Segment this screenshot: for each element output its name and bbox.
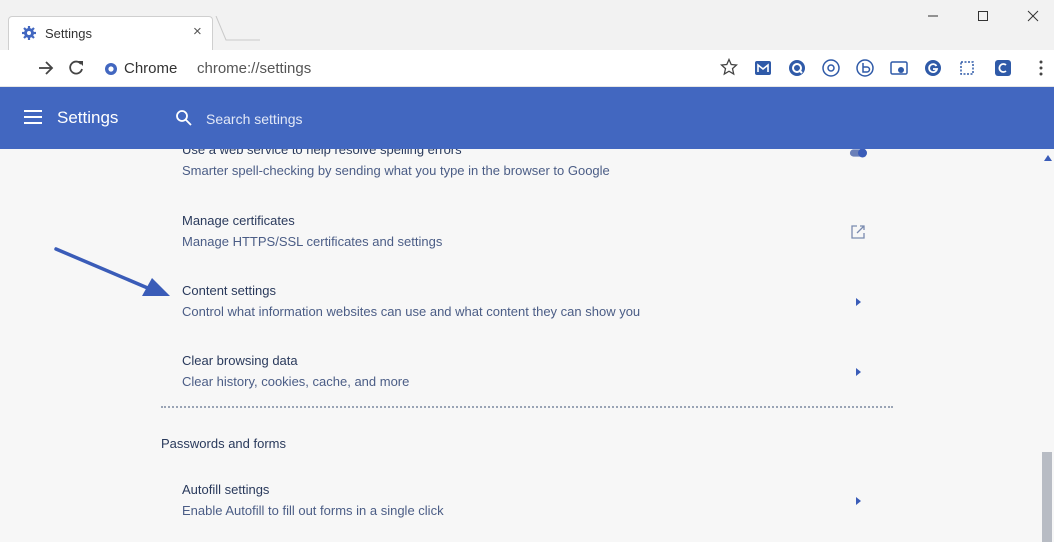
maximize-icon [978,11,988,21]
row-title: Autofill settings [182,482,270,497]
maximize-button[interactable] [972,6,994,26]
extension-q-icon[interactable] [788,59,806,77]
scroll-up-icon[interactable] [1043,153,1053,163]
row-title: Use a web service to help resolve spelli… [182,149,462,157]
section-divider [161,406,893,408]
url-text[interactable]: chrome://settings [197,60,311,77]
arrow-right-icon [39,61,54,75]
close-window-icon [1027,10,1039,22]
site-name: Chrome [124,60,178,77]
row-subtitle: Enable Autofill to fill out forms in a s… [182,503,444,518]
extension-c-icon[interactable] [994,59,1012,77]
close-window-button[interactable] [1022,6,1044,26]
manage-certificates-row[interactable]: Manage certificates Manage HTTPS/SSL cer… [161,213,893,273]
toggle-icon[interactable] [849,149,867,162]
tab-strip: Settings × [0,0,1054,50]
browser-toolbar: Chrome chrome://settings [0,50,1054,87]
extension-m-icon[interactable] [754,59,772,77]
reload-icon [69,60,83,75]
search-icon [176,110,192,126]
site-chip[interactable]: Chrome [104,60,177,77]
row-title: Manage certificates [182,213,295,228]
scrollbar-thumb[interactable] [1042,452,1052,542]
menu-icon[interactable] [1032,59,1050,77]
gear-icon [22,26,36,40]
extension-puzzle-icon[interactable] [958,59,976,77]
row-subtitle: Smarter spell-checking by sending what y… [182,163,610,178]
close-icon[interactable]: × [193,23,202,40]
passwords-section-title: Passwords and forms [161,436,286,451]
chrome-icon [105,62,117,75]
content-settings-row[interactable]: Content settings Control what informatio… [161,283,893,343]
page-title: Settings [57,108,119,127]
row-subtitle: Clear history, cookies, cache, and more [182,374,410,389]
minimize-icon [928,15,938,17]
search-input[interactable] [204,107,508,131]
chevron-right-icon[interactable] [849,492,867,510]
reload-button[interactable] [66,58,86,78]
autofill-settings-row[interactable]: Autofill settings Enable Autofill to fil… [161,482,893,542]
chevron-right-icon[interactable] [849,293,867,311]
extension-g-icon[interactable] [924,59,942,77]
address-bar[interactable]: Chrome chrome://settings [96,53,744,83]
clear-browsing-data-row[interactable]: Clear browsing data Clear history, cooki… [161,353,893,413]
extension-b-icon[interactable] [856,59,874,77]
minimize-button[interactable] [922,6,944,26]
row-title: Clear browsing data [182,353,298,368]
settings-content: Use a web service to help resolve spelli… [0,149,1054,542]
tab-title: Settings [45,26,92,41]
tab-settings[interactable]: Settings × [8,16,213,50]
chevron-right-icon[interactable] [849,363,867,381]
row-subtitle: Manage HTTPS/SSL certificates and settin… [182,234,443,249]
star-icon[interactable] [720,58,738,76]
external-link-icon[interactable] [849,223,867,241]
new-tab-button[interactable] [214,16,262,42]
hamburger-menu-icon[interactable] [24,110,42,124]
row-subtitle: Control what information websites can us… [182,304,641,319]
forward-button[interactable] [36,58,56,78]
extension-at-icon[interactable] [822,59,840,77]
row-title: Content settings [182,283,276,298]
extension-screenshot-icon[interactable] [890,59,908,77]
settings-header: Settings [0,87,1054,149]
spelling-service-row[interactable]: Use a web service to help resolve spelli… [161,149,893,202]
